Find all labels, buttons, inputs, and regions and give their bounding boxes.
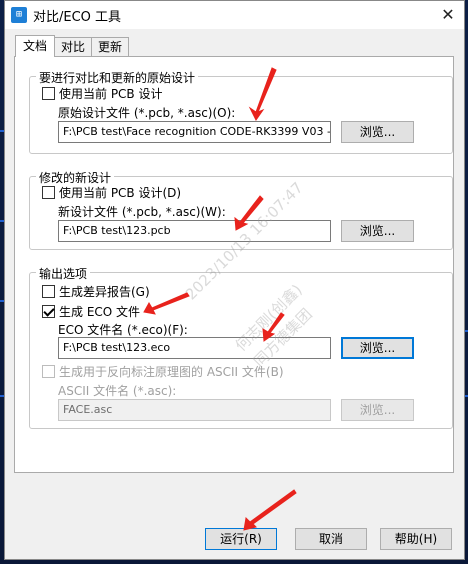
use-current-modified-checkbox[interactable] <box>42 186 55 199</box>
eco-file-checkbox[interactable] <box>42 305 55 318</box>
app-icon: ⊞ <box>11 7 27 23</box>
ascii-browse-button[interactable]: 浏览... <box>341 399 414 421</box>
original-design-legend: 要进行对比和更新的原始设计 <box>36 69 199 86</box>
tab-strip: 文档 对比 更新 <box>15 35 130 57</box>
ascii-name-label-row: ASCII 文件名 (*.asc): <box>58 382 176 399</box>
document-tab-panel: 要进行对比和更新的原始设计 使用当前 PCB 设计 原始设计文件 (*.pcb,… <box>14 56 454 473</box>
original-file-label: 原始设计文件 (*.pcb, *.asc)(O): <box>58 106 236 120</box>
eco-name-label: ECO 文件名 (*.eco)(F): <box>58 323 188 337</box>
eco-file-row[interactable]: 生成 ECO 文件 <box>42 303 140 320</box>
eco-dialog: ⊞ 对比/ECO 工具 ✕ 文档 对比 更新 要进行对比和更新的原始设计 使用当… <box>4 0 465 560</box>
tab-document[interactable]: 文档 <box>15 35 56 57</box>
use-current-modified-label: 使用当前 PCB 设计(D) <box>59 186 182 200</box>
use-current-modified-row[interactable]: 使用当前 PCB 设计(D) <box>42 184 181 201</box>
titlebar: ⊞ 对比/ECO 工具 ✕ <box>5 1 464 29</box>
eco-file-label: 生成 ECO 文件 <box>59 305 141 319</box>
ascii-name-value: FACE.asc <box>63 403 113 416</box>
original-browse-button[interactable]: 浏览... <box>341 121 414 143</box>
tab-compare[interactable]: 对比 <box>54 37 93 57</box>
close-button[interactable]: ✕ <box>438 5 458 25</box>
diff-report-checkbox[interactable] <box>42 285 55 298</box>
modified-browse-button[interactable]: 浏览... <box>341 220 414 242</box>
eco-name-input[interactable]: F:\PCB test\123.eco <box>58 337 331 359</box>
eco-name-value: F:\PCB test\123.eco <box>63 341 171 354</box>
cancel-button[interactable]: 取消 <box>295 528 367 550</box>
eco-browse-button[interactable]: 浏览... <box>341 337 414 359</box>
tab-update[interactable]: 更新 <box>91 37 130 57</box>
original-file-label-row: 原始设计文件 (*.pcb, *.asc)(O): <box>58 104 235 121</box>
use-current-original-label: 使用当前 PCB 设计 <box>59 87 163 101</box>
modified-file-label-row: 新设计文件 (*.pcb, *.asc)(W): <box>58 203 226 220</box>
modified-file-label: 新设计文件 (*.pcb, *.asc)(W): <box>58 205 226 219</box>
eco-name-label-row: ECO 文件名 (*.eco)(F): <box>58 321 188 338</box>
use-current-original-checkbox[interactable] <box>42 87 55 100</box>
ascii-checkbox[interactable] <box>42 365 55 378</box>
diff-report-row[interactable]: 生成差异报告(G) <box>42 283 150 300</box>
ascii-row[interactable]: 生成用于反向标注原理图的 ASCII 文件(B) <box>42 363 284 380</box>
run-button[interactable]: 运行(R) <box>205 528 277 550</box>
window-title: 对比/ECO 工具 <box>33 9 122 25</box>
ascii-name-label: ASCII 文件名 (*.asc): <box>58 384 177 398</box>
original-file-value: F:\PCB test\Face recognition CODE-RK3399… <box>63 125 331 138</box>
diff-report-label: 生成差异报告(G) <box>59 285 150 299</box>
original-file-input[interactable]: F:\PCB test\Face recognition CODE-RK3399… <box>58 121 331 143</box>
help-button[interactable]: 帮助(H) <box>380 528 452 550</box>
close-icon: ✕ <box>441 5 455 24</box>
modified-file-input[interactable]: F:\PCB test\123.pcb <box>58 220 331 242</box>
output-options-legend: 输出选项 <box>36 265 91 282</box>
ascii-label: 生成用于反向标注原理图的 ASCII 文件(B) <box>59 365 284 379</box>
modified-file-value: F:\PCB test\123.pcb <box>63 224 171 237</box>
use-current-original-row[interactable]: 使用当前 PCB 设计 <box>42 85 162 102</box>
ascii-name-input[interactable]: FACE.asc <box>58 399 331 421</box>
